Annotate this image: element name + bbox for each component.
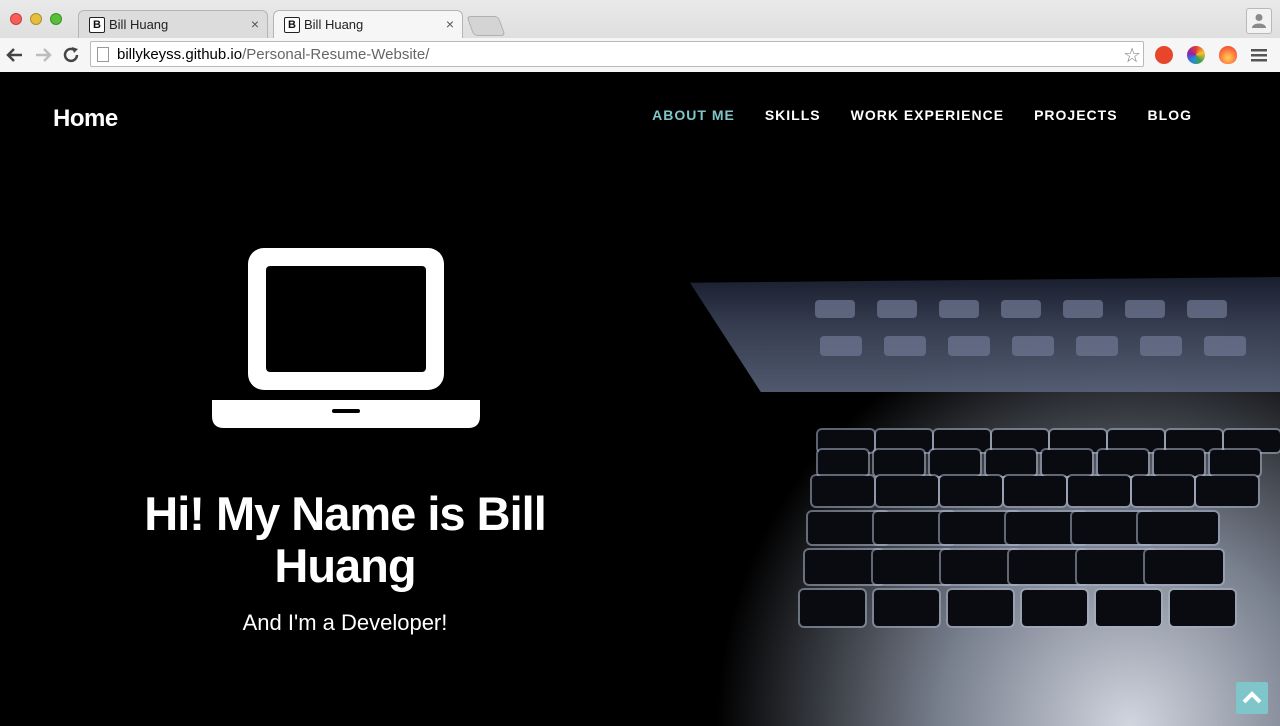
tab-title: Bill Huang — [304, 17, 364, 32]
background-key — [1076, 336, 1118, 356]
minimize-window-button[interactable] — [30, 13, 42, 25]
background-key — [1187, 300, 1227, 318]
hero-title: Hi! My Name is Bill Huang — [144, 487, 547, 592]
background-key — [1050, 430, 1106, 452]
background-key — [874, 450, 924, 476]
forward-arrow-icon[interactable] — [32, 44, 54, 66]
person-icon — [1252, 14, 1266, 28]
background-key — [941, 550, 1019, 584]
laptop-icon — [212, 248, 480, 428]
tab-close-icon[interactable]: × — [251, 16, 259, 32]
background-key — [986, 450, 1036, 476]
background-key — [884, 336, 926, 356]
background-key — [876, 476, 938, 506]
menu-icon[interactable] — [1250, 46, 1268, 64]
background-key — [1210, 450, 1260, 476]
site-favicon-icon: B — [89, 17, 105, 33]
background-key — [818, 430, 874, 452]
tab-close-icon[interactable]: × — [446, 16, 454, 32]
nav-projects[interactable]: PROJECTS — [1034, 107, 1117, 123]
background-key — [992, 430, 1048, 452]
nav-home-link[interactable]: Home — [53, 105, 118, 133]
background-key — [1204, 336, 1246, 356]
background-key — [1108, 430, 1164, 452]
hero-subtitle: And I'm a Developer! — [242, 610, 448, 635]
background-key — [1063, 300, 1103, 318]
reload-icon[interactable] — [60, 44, 82, 66]
close-window-button[interactable] — [10, 13, 22, 25]
background-key — [1140, 336, 1182, 356]
profile-button[interactable] — [1246, 8, 1272, 34]
background-key — [1138, 512, 1218, 544]
background-key — [1012, 336, 1054, 356]
url-text: billykeyss.github.io/Personal-Resume-Web… — [117, 46, 429, 63]
background-key — [948, 590, 1013, 626]
url-host: billykeyss.github.io — [117, 46, 243, 63]
background-key — [930, 450, 980, 476]
tab-title: Bill Huang — [109, 17, 169, 32]
background-key — [1009, 550, 1087, 584]
url-path: /Personal-Resume-Website/ — [242, 46, 430, 63]
nav-skills[interactable]: SKILLS — [765, 107, 821, 123]
address-bar[interactable]: billykeyss.github.io/Personal-Resume-Web… — [90, 41, 1144, 67]
new-tab-button[interactable] — [466, 16, 506, 36]
background-key — [805, 550, 883, 584]
nav-about-me[interactable]: ABOUT ME — [652, 107, 735, 123]
maximize-window-button[interactable] — [50, 13, 62, 25]
background-key — [1098, 450, 1148, 476]
back-arrow-icon[interactable] — [4, 44, 26, 66]
background-key — [1068, 476, 1130, 506]
background-laptop-screen — [690, 277, 1280, 392]
page-icon — [97, 47, 109, 62]
browser-tab-2[interactable]: B Bill Huang × — [273, 10, 463, 39]
background-key — [1096, 590, 1161, 626]
background-key — [1077, 550, 1155, 584]
background-key — [815, 300, 855, 318]
background-key — [876, 430, 932, 452]
background-key — [812, 476, 874, 506]
bookmark-star-icon[interactable]: ☆ — [1123, 43, 1141, 68]
background-key — [948, 336, 990, 356]
background-key — [877, 300, 917, 318]
color-picker-extension-icon[interactable] — [1187, 46, 1205, 64]
background-key — [1145, 550, 1223, 584]
browser-toolbar: billykeyss.github.io/Personal-Resume-Web… — [0, 38, 1280, 72]
background-key — [818, 450, 868, 476]
background-key — [1001, 300, 1041, 318]
background-key — [873, 550, 951, 584]
chevron-up-icon — [1242, 691, 1262, 704]
background-key — [1004, 476, 1066, 506]
scroll-to-top-button[interactable] — [1236, 682, 1268, 714]
background-key — [1154, 450, 1204, 476]
background-key — [1022, 590, 1087, 626]
background-key — [1042, 450, 1092, 476]
background-key — [1196, 476, 1258, 506]
background-key — [1170, 590, 1235, 626]
web-page: Home ABOUT ME SKILLS WORK EXPERIENCE PRO… — [0, 72, 1280, 726]
background-key — [934, 430, 990, 452]
browser-tab-1[interactable]: B Bill Huang × — [78, 10, 268, 38]
fire-extension-icon[interactable] — [1219, 46, 1237, 64]
background-key — [800, 590, 865, 626]
background-key — [940, 476, 1002, 506]
background-key — [874, 590, 939, 626]
background-key — [939, 300, 979, 318]
nav-blog[interactable]: BLOG — [1148, 107, 1192, 123]
site-favicon-icon: B — [284, 17, 300, 33]
background-key — [820, 336, 862, 356]
background-key — [1125, 300, 1165, 318]
browser-chrome: B Bill Huang × B Bill Huang × billykeyss… — [0, 0, 1280, 73]
adblock-extension-icon[interactable] — [1155, 46, 1173, 64]
background-key — [1166, 430, 1222, 452]
main-nav: ABOUT ME SKILLS WORK EXPERIENCE PROJECTS… — [652, 107, 1192, 123]
background-key — [1224, 430, 1280, 452]
nav-work-experience[interactable]: WORK EXPERIENCE — [851, 107, 1004, 123]
background-key — [1132, 476, 1194, 506]
